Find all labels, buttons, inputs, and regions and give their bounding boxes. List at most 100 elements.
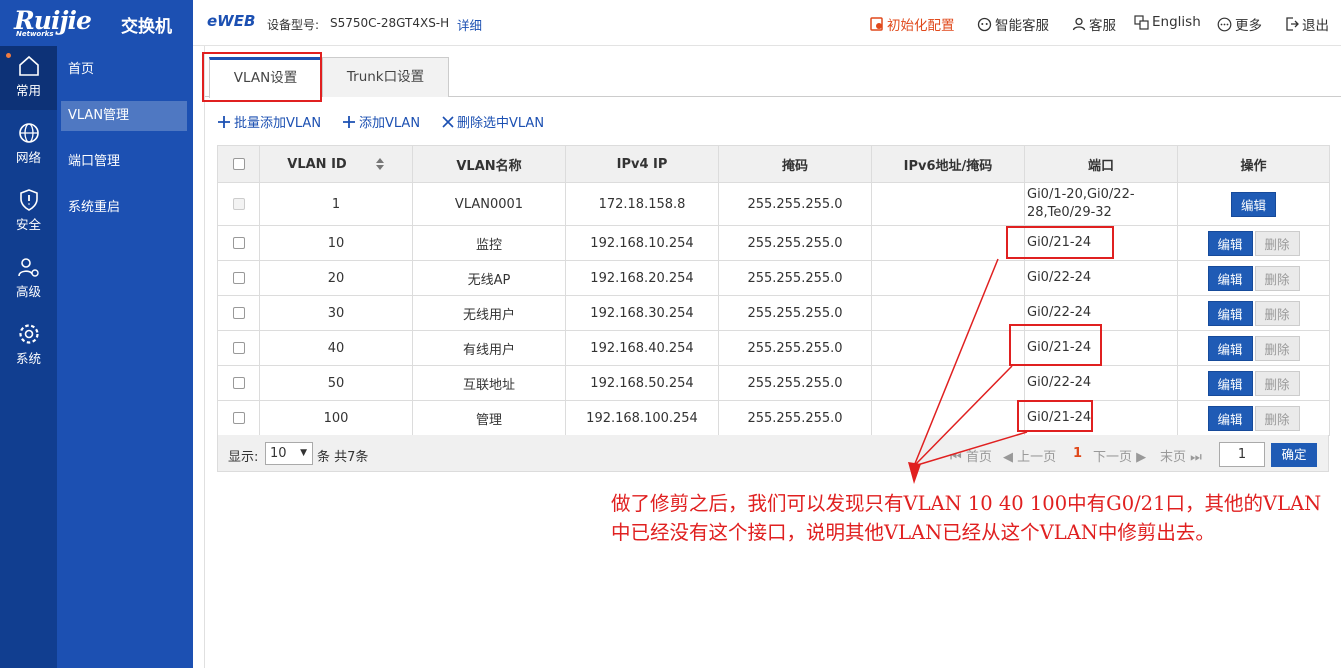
delete-button[interactable]: 删除 [1254,230,1300,256]
rail-item-security[interactable]: 安全 [0,180,57,244]
english-label: English [1152,14,1201,30]
subnav-item-home[interactable]: 首页 [61,55,187,85]
mask-cell: 255.255.255.0 [718,182,872,226]
row-checkbox[interactable] [232,412,245,424]
edit-button[interactable]: 编辑 [1207,370,1253,396]
batch-add-vlan-label: 批量添加VLAN [234,116,322,131]
ports-cell: Gi0/22-24 [1024,260,1178,296]
annotation-text: 做了修剪之后，我们可以发现只有VLAN 10 40 100中有G0/21口，其他… [611,492,1322,544]
table-row: 100 管理 192.168.100.254 255.255.255.0 Gi0… [217,400,1330,436]
reset-config-button[interactable]: 初始化配置 [869,14,955,34]
user-icon [1071,17,1086,32]
smart-service-button[interactable]: 智能客服 [977,14,1049,34]
notification-dot [6,53,11,58]
vlan-id-cell: 40 [259,330,413,366]
reset-config-label: 初始化配置 [887,18,955,34]
row-checkbox[interactable] [232,307,245,319]
more-icon [1217,17,1232,32]
row-select-cell [217,400,260,436]
customer-service-label: 客服 [1089,18,1116,34]
customer-service-button[interactable]: 客服 [1071,14,1116,34]
ipv6-cell [871,330,1025,366]
logout-button[interactable]: 退出 [1284,14,1329,34]
ipv6-cell [871,260,1025,296]
page-confirm-button[interactable]: 确定 [1271,443,1317,467]
page-number-input[interactable]: 1 [1219,442,1265,467]
row-checkbox[interactable] [232,342,245,354]
top-header: Ruijie Networks 交换机 eWEB 设备型号: S5750C-28… [0,0,1341,46]
eweb-logo: eWEB [207,12,256,30]
actions-cell: 编辑 删除 [1177,295,1330,331]
delete-button[interactable]: 删除 [1254,405,1300,431]
home-icon [18,55,39,76]
delete-button[interactable]: 删除 [1254,300,1300,326]
subnav-item-ports[interactable]: 端口管理 [61,147,187,177]
reset-icon [869,17,884,32]
logo-subtitle: Networks [16,30,54,38]
rail-item-common[interactable]: 常用 [0,46,57,110]
row-checkbox[interactable] [232,237,245,249]
rail-item-system[interactable]: 系统 [0,314,57,378]
sort-icon[interactable] [375,157,385,171]
ipv6-cell [871,182,1025,226]
subnav-item-reboot[interactable]: 系统重启 [61,193,187,223]
row-checkbox[interactable] [232,377,245,389]
edit-button[interactable]: 编辑 [1207,300,1253,326]
select-all-checkbox[interactable] [232,158,245,170]
model-detail-link[interactable]: 详细 [457,15,482,34]
header-vlan-id[interactable]: VLAN ID [259,145,413,183]
rail-label-security: 安全 [15,217,41,232]
model-value: S5750C-28GT4XS-H [330,16,450,30]
delete-button[interactable]: 删除 [1254,370,1300,396]
english-button[interactable]: English [1134,14,1201,30]
table-row: 40 有线用户 192.168.40.254 255.255.255.0 Gi0… [217,330,1330,366]
page-size-select[interactable]: 10 ▼ [265,442,313,465]
delete-selected-vlan-button[interactable]: 删除选中VLAN [442,112,544,131]
edit-button[interactable]: 编辑 [1207,335,1253,361]
tab-bar: VLAN设置 Trunk口设置 [205,57,1341,98]
vlan-id-cell: 30 [259,295,413,331]
vlan-name-cell: 无线用户 [412,295,566,331]
actions-cell: 编辑 删除 [1177,400,1330,436]
first-page-button[interactable]: ⏮ 首页 [950,446,992,465]
current-page: 1 [1073,446,1083,461]
rail-item-network[interactable]: 网络 [0,113,57,177]
shield-icon [19,189,38,211]
header-mask: 掩码 [718,145,872,183]
row-select-cell [217,365,260,401]
more-button[interactable]: 更多 [1217,14,1262,34]
vlan-name-cell: 有线用户 [412,330,566,366]
edit-button[interactable]: 编辑 [1207,265,1253,291]
chevron-down-icon: ▼ [300,448,307,458]
header-actions: 操作 [1177,145,1330,183]
total-count: 条 共7条 [317,450,369,465]
tab-trunk-settings[interactable]: Trunk口设置 [322,57,449,97]
vlan-table: VLAN ID VLAN名称 IPv4 IP 掩码 IPv6地址/掩码 端口 操… [217,145,1330,436]
delete-button[interactable]: 删除 [1254,265,1300,291]
table-row: 50 互联地址 192.168.50.254 255.255.255.0 Gi0… [217,365,1330,401]
rail-item-advanced[interactable]: 高级 [0,247,57,311]
row-checkbox[interactable] [232,272,245,284]
add-vlan-label: 添加VLAN [359,116,421,131]
batch-add-vlan-button[interactable]: 批量添加VLAN [217,112,321,131]
edit-button[interactable]: 编辑 [1207,230,1253,256]
add-vlan-button[interactable]: 添加VLAN [342,112,420,131]
subnav-item-vlan[interactable]: VLAN管理 [61,101,187,131]
close-icon [442,115,454,128]
vlan-name-cell: 无线AP [412,260,566,296]
edit-button[interactable]: 编辑 [1207,405,1253,431]
actions-cell: 编辑 [1177,182,1330,226]
tab-vlan-settings[interactable]: VLAN设置 [209,57,322,98]
ports-cell: Gi0/21-24 [1024,400,1178,436]
brand-area: Ruijie Networks 交换机 [0,0,193,46]
next-page-button[interactable]: 下一页 ▶ [1093,446,1146,465]
edit-button[interactable]: 编辑 [1231,191,1276,217]
ports-cell: Gi0/21-24 [1024,330,1178,366]
row-select-cell [217,182,260,226]
vlan-id-cell: 10 [259,225,413,261]
mask-cell: 255.255.255.0 [718,225,872,261]
delete-button[interactable]: 删除 [1254,335,1300,361]
prev-page-button[interactable]: ◀ 上一页 [1003,446,1056,465]
last-page-button[interactable]: 末页 ⏭ [1160,446,1202,465]
ipv6-cell [871,365,1025,401]
